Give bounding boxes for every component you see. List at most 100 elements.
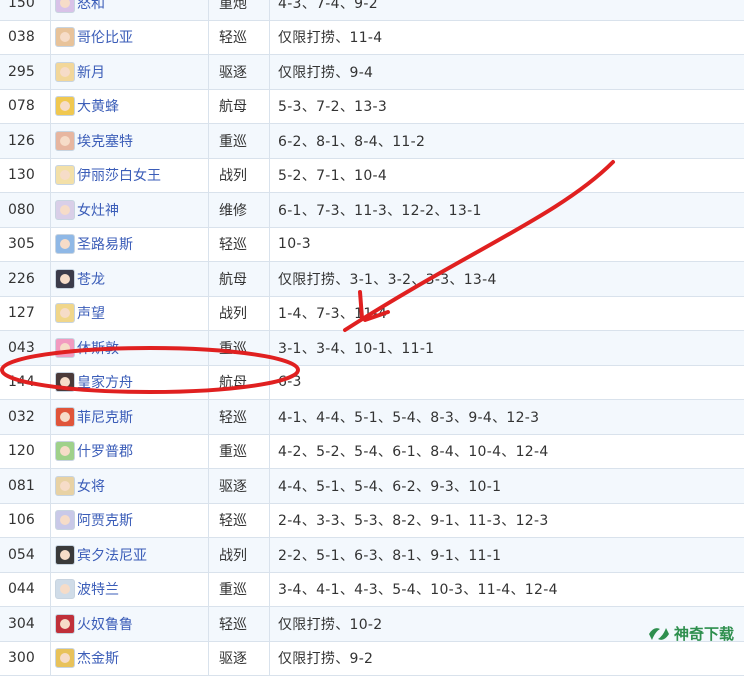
ship-type: 轻巡 bbox=[209, 400, 270, 435]
drop-maps: 6-1、7-3、11-3、12-2、13-1 bbox=[270, 193, 744, 228]
table-row: 144皇家方舟航母6-3 bbox=[0, 365, 744, 400]
ship-name-cell: 声望 bbox=[51, 296, 209, 331]
drop-maps: 4-3、7-4、9-2 bbox=[270, 0, 744, 20]
leaf-icon bbox=[648, 626, 670, 642]
ship-avatar-icon[interactable] bbox=[55, 303, 75, 323]
ship-name-link[interactable]: 休斯敦 bbox=[77, 341, 119, 357]
ship-avatar-icon[interactable] bbox=[55, 338, 75, 358]
ship-name-cell: 新月 bbox=[51, 55, 209, 90]
ship-name-link[interactable]: 伊丽莎白女王 bbox=[77, 168, 161, 184]
ship-name-link[interactable]: 女灶神 bbox=[77, 203, 119, 219]
ship-name-link[interactable]: 声望 bbox=[77, 306, 105, 322]
table-row: 078大黄蜂航母5-3、7-2、13-3 bbox=[0, 89, 744, 124]
ship-name-link[interactable]: 苍龙 bbox=[77, 272, 105, 288]
table-row: 127 声望 战列1-4、7-3、11-4 bbox=[0, 296, 744, 331]
ship-name-link[interactable]: 女将 bbox=[77, 479, 105, 495]
ship-avatar-icon[interactable] bbox=[55, 165, 75, 185]
table-row: 126埃克塞特重巡6-2、8-1、8-4、11-2 bbox=[0, 124, 744, 159]
ship-type: 驱逐 bbox=[209, 641, 270, 676]
ship-name-link[interactable]: 新月 bbox=[77, 65, 105, 81]
ship-type: 重巡 bbox=[209, 331, 270, 366]
ship-type: 战列 bbox=[209, 158, 270, 193]
ship-id: 043 bbox=[0, 331, 51, 366]
ship-name-cell: 皇家方舟 bbox=[51, 365, 209, 400]
ship-id: 038 bbox=[0, 20, 51, 55]
ship-name-link[interactable]: 杰金斯 bbox=[77, 651, 119, 667]
drop-maps: 1-4、7-3、11-4 bbox=[270, 296, 744, 331]
table-row: 226苍龙航母仅限打捞、3-1、3-2、3-3、13-4 bbox=[0, 262, 744, 297]
ship-avatar-icon[interactable] bbox=[55, 510, 75, 530]
ship-avatar-icon[interactable] bbox=[55, 200, 75, 220]
drop-maps: 2-4、3-3、5-3、8-2、9-1、11-3、12-3 bbox=[270, 503, 744, 538]
drop-maps: 4-1、4-4、5-1、5-4、8-3、9-4、12-3 bbox=[270, 400, 744, 435]
ship-type: 轻巡 bbox=[209, 20, 270, 55]
ship-avatar-icon[interactable] bbox=[55, 0, 75, 13]
drop-maps: 4-2、5-2、5-4、6-1、8-4、10-4、12-4 bbox=[270, 434, 744, 469]
ship-name-cell: 杰金斯 bbox=[51, 641, 209, 676]
drop-maps: 10-3 bbox=[270, 227, 744, 262]
ship-name-cell: 阿贾克斯 bbox=[51, 503, 209, 538]
table-row: 305圣路易斯轻巡10-3 bbox=[0, 227, 744, 262]
ship-type: 轻巡 bbox=[209, 503, 270, 538]
ship-avatar-icon[interactable] bbox=[55, 545, 75, 565]
drop-maps: 3-1、3-4、10-1、11-1 bbox=[270, 331, 744, 366]
ship-name-link[interactable]: 阿贾克斯 bbox=[77, 513, 133, 529]
ship-type: 航母 bbox=[209, 89, 270, 124]
ship-type: 轻巡 bbox=[209, 227, 270, 262]
table-row: 130伊丽莎白女王战列5-2、7-1、10-4 bbox=[0, 158, 744, 193]
table-row: 106 阿贾克斯 轻巡2-4、3-3、5-3、8-2、9-1、11-3、12-3 bbox=[0, 503, 744, 538]
ship-id: 304 bbox=[0, 607, 51, 642]
ship-name-link[interactable]: 菲尼克斯 bbox=[77, 410, 133, 426]
ship-id: 295 bbox=[0, 55, 51, 90]
ship-avatar-icon[interactable] bbox=[55, 96, 75, 116]
ship-name-link[interactable]: 火奴鲁鲁 bbox=[77, 617, 133, 633]
ship-name-link[interactable]: 波特兰 bbox=[77, 582, 119, 598]
ship-name-link[interactable]: 埃克塞特 bbox=[77, 134, 133, 150]
table-row: 304火奴鲁鲁轻巡仅限打捞、10-2 bbox=[0, 607, 744, 642]
ship-avatar-icon[interactable] bbox=[55, 269, 75, 289]
drop-maps: 仅限打捞、9-2 bbox=[270, 641, 744, 676]
ship-avatar-icon[interactable] bbox=[55, 372, 75, 392]
ship-id: 150 bbox=[0, 0, 51, 20]
ship-name-link[interactable]: 怒和 bbox=[77, 0, 105, 12]
ship-avatar-icon[interactable] bbox=[55, 614, 75, 634]
ship-id: 300 bbox=[0, 641, 51, 676]
ship-name-cell: 怒和 bbox=[51, 0, 209, 20]
ship-avatar-icon[interactable] bbox=[55, 27, 75, 47]
ship-name-cell: 埃克塞特 bbox=[51, 124, 209, 159]
drop-maps: 3-4、4-1、4-3、5-4、10-3、11-4、12-4 bbox=[270, 572, 744, 607]
ship-name-link[interactable]: 宾夕法尼亚 bbox=[77, 548, 147, 564]
drop-maps: 6-2、8-1、8-4、11-2 bbox=[270, 124, 744, 159]
ship-name-link[interactable]: 皇家方舟 bbox=[77, 375, 133, 391]
ship-name-cell: 苍龙 bbox=[51, 262, 209, 297]
ship-name-cell: 哥伦比亚 bbox=[51, 20, 209, 55]
table-row: 080女灶神维修6-1、7-3、11-3、12-2、13-1 bbox=[0, 193, 744, 228]
ship-type: 轻巡 bbox=[209, 607, 270, 642]
ship-avatar-icon[interactable] bbox=[55, 648, 75, 668]
ship-id: 126 bbox=[0, 124, 51, 159]
ship-id: 127 bbox=[0, 296, 51, 331]
ship-id: 106 bbox=[0, 503, 51, 538]
ship-name-cell: 圣路易斯 bbox=[51, 227, 209, 262]
table-row: 054宾夕法尼亚战列2-2、5-1、6-3、8-1、9-1、11-1 bbox=[0, 538, 744, 573]
ship-avatar-icon[interactable] bbox=[55, 407, 75, 427]
drop-maps: 6-3 bbox=[270, 365, 744, 400]
ship-name-link[interactable]: 圣路易斯 bbox=[77, 237, 133, 253]
ship-name-cell: 宾夕法尼亚 bbox=[51, 538, 209, 573]
ship-avatar-icon[interactable] bbox=[55, 579, 75, 599]
ship-avatar-icon[interactable] bbox=[55, 476, 75, 496]
ship-type: 战列 bbox=[209, 296, 270, 331]
ship-name-cell: 火奴鲁鲁 bbox=[51, 607, 209, 642]
ship-avatar-icon[interactable] bbox=[55, 131, 75, 151]
ship-avatar-icon[interactable] bbox=[55, 234, 75, 254]
ship-name-link[interactable]: 大黄蜂 bbox=[77, 99, 119, 115]
ship-id: 226 bbox=[0, 262, 51, 297]
ship-avatar-icon[interactable] bbox=[55, 441, 75, 461]
ship-name-cell: 女将 bbox=[51, 469, 209, 504]
ship-avatar-icon[interactable] bbox=[55, 62, 75, 82]
ship-id: 144 bbox=[0, 365, 51, 400]
ship-id: 044 bbox=[0, 572, 51, 607]
ship-name-link[interactable]: 哥伦比亚 bbox=[77, 30, 133, 46]
ship-name-link[interactable]: 什罗普郡 bbox=[77, 444, 133, 460]
ship-name-cell: 伊丽莎白女王 bbox=[51, 158, 209, 193]
